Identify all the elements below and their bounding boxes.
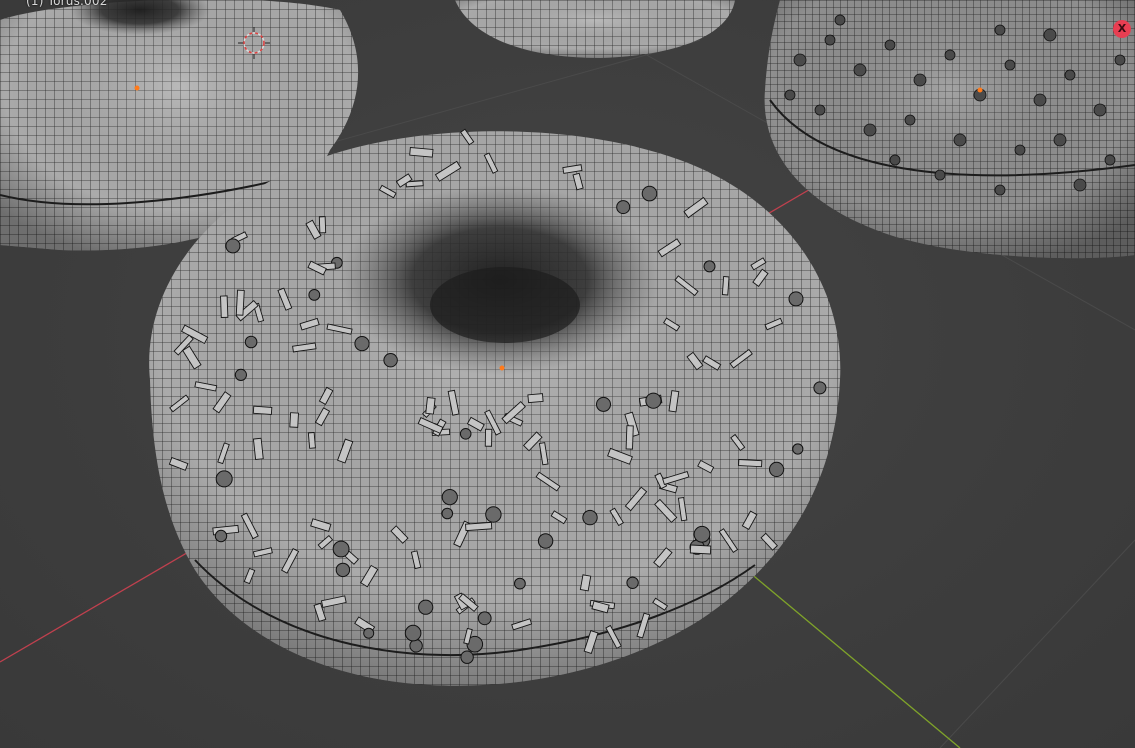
sprinkle-ball	[332, 540, 350, 558]
origin-dot	[499, 365, 505, 371]
sprinkle-bar	[318, 216, 327, 234]
sprinkle-ball	[641, 185, 658, 202]
sprinkle-ball	[693, 525, 711, 543]
3d-viewport[interactable]: (1) Torus.002 X	[0, 0, 1135, 748]
sprinkle-ball	[308, 289, 321, 301]
sprinkle-ball	[514, 577, 526, 590]
sprinkle-ball	[645, 392, 662, 409]
sprinkle-ball	[626, 576, 639, 589]
viewport-scene[interactable]	[0, 0, 1135, 748]
sprinkle-bar	[235, 289, 245, 316]
sprinkle-bar	[689, 544, 712, 555]
sprinkle-ball	[418, 599, 434, 615]
sprinkle-ball	[788, 291, 804, 307]
sprinkle-ball	[335, 562, 351, 578]
sprinkle-ball	[477, 611, 492, 626]
sprinkle-bar	[425, 397, 436, 415]
sprinkle-bar	[252, 405, 273, 416]
sprinkle-ball	[244, 335, 258, 349]
sprinkle-ball	[596, 396, 611, 412]
sprinkle-ball	[459, 428, 472, 440]
sprinkle-ball	[354, 336, 370, 352]
sprinkle-ball	[485, 506, 502, 523]
active-object-label: (1) Torus.002	[26, 0, 108, 8]
sprinkle-ball	[215, 470, 233, 488]
sprinkle-bar	[527, 393, 544, 404]
sprinkle-bar	[484, 428, 493, 447]
sprinkle-ball	[703, 260, 716, 273]
sprinkle-ball	[409, 639, 423, 653]
sprinkle-ball	[363, 627, 375, 639]
sprinkle-ball	[441, 507, 454, 520]
origin-dot	[134, 85, 140, 91]
origin-dot	[977, 87, 983, 93]
sprinkle-ball	[616, 200, 631, 215]
sprinkle-ball	[441, 489, 458, 506]
donut-top-right[interactable]	[764, 0, 1135, 259]
sprinkle-bar	[289, 412, 299, 428]
sprinkle-bar	[307, 431, 316, 449]
gizmo-x-axis-button[interactable]: X	[1113, 20, 1131, 38]
sprinkle-bar	[252, 437, 264, 461]
sprinkle-ball	[234, 368, 247, 381]
sprinkle-ball	[792, 443, 804, 455]
sprinkle-ball	[537, 533, 554, 549]
sprinkle-ball	[582, 509, 598, 526]
main-donut[interactable]	[149, 128, 841, 686]
sprinkle-bar	[721, 276, 730, 296]
sprinkle-ball	[813, 381, 827, 395]
sprinkle-bar	[625, 425, 634, 450]
sprinkle-bar	[465, 521, 493, 532]
sprinkle-ball	[460, 650, 474, 664]
sprinkle-ball	[225, 238, 241, 254]
sprinkle-bar	[220, 295, 229, 318]
sprinkle-ball	[214, 529, 228, 543]
sprinkle-ball	[769, 461, 785, 477]
donut-top-center[interactable]	[455, 0, 735, 58]
sprinkle-ball	[404, 624, 422, 642]
sprinkle-bar	[409, 147, 434, 158]
sprinkle-bar	[738, 459, 763, 468]
sprinkle-ball	[383, 353, 398, 368]
